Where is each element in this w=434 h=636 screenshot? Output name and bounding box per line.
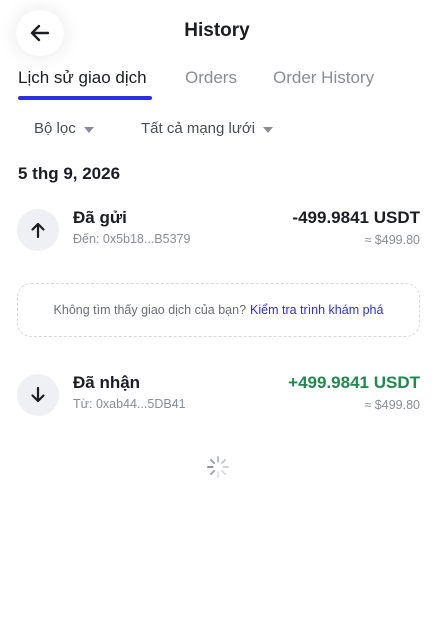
tx-title: Đã gửi — [73, 208, 127, 227]
explorer-notice: Không tìm thấy giao dịch của bạn? Kiểm t… — [17, 283, 420, 337]
network-dropdown[interactable]: Tất cả mạng lưới — [141, 120, 274, 137]
tab-orders[interactable]: Orders — [185, 68, 237, 88]
notice-text: Không tìm thấy giao dịch của bạn? — [53, 303, 247, 317]
history-screen: History Lịch sử giao dịch Orders Order H… — [0, 0, 434, 636]
transaction-row-sent[interactable]: Đã gửi Đến: 0x5b18...B5379 -499.9841 USD… — [0, 205, 434, 255]
arrow-down-icon — [31, 386, 45, 403]
tab-bar: Lịch sử giao dịch Orders Order History — [0, 64, 434, 104]
filter-label: Bộ lọc — [34, 120, 76, 137]
arrow-up-icon — [31, 222, 45, 239]
date-heading: 5 thg 9, 2026 — [18, 164, 121, 183]
tx-amount: +499.9841 USDT — [288, 373, 420, 392]
caret-down-icon — [263, 126, 274, 133]
active-tab-indicator — [18, 96, 152, 100]
tx-direction-badge — [17, 374, 59, 416]
tab-order-history[interactable]: Order History — [273, 68, 374, 88]
explorer-link[interactable]: Kiểm tra trình khám phá — [250, 303, 383, 317]
tx-fiat-value: ≈ $499.80 — [364, 233, 420, 247]
tx-amount: -499.9841 USDT — [292, 208, 420, 227]
filter-dropdown[interactable]: Bộ lọc — [34, 120, 94, 137]
tx-fiat-value: ≈ $499.80 — [364, 398, 420, 412]
tab-transaction-history[interactable]: Lịch sử giao dịch — [18, 68, 147, 88]
loading-spinner-icon — [207, 456, 229, 478]
caret-down-icon — [83, 126, 94, 133]
tx-title: Đã nhận — [73, 373, 141, 392]
page-title: History — [184, 20, 250, 41]
tx-direction-badge — [17, 209, 59, 251]
transaction-row-received[interactable]: Đã nhận Từ: 0xab44...5DB41 +499.9841 USD… — [0, 370, 434, 420]
tx-address: Từ: 0xab44...5DB41 — [73, 397, 186, 411]
network-label: Tất cả mạng lưới — [141, 120, 256, 137]
tx-address: Đến: 0x5b18...B5379 — [73, 232, 191, 246]
